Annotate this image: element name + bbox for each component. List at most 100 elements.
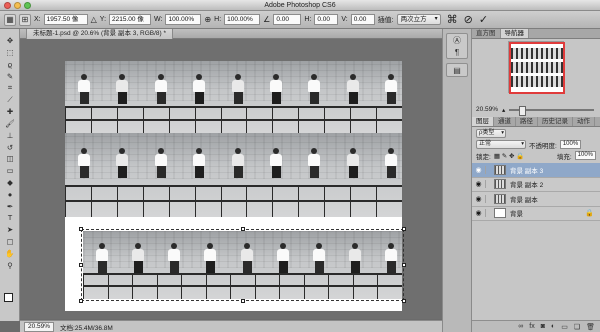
- dodge-tool-icon[interactable]: ●: [0, 188, 20, 200]
- foreground-color-swatch[interactable]: [4, 293, 13, 302]
- layer-row[interactable]: ◉ 背景 🔒: [472, 206, 600, 221]
- lasso-tool-icon[interactable]: ϱ: [0, 59, 20, 71]
- angle-field[interactable]: 0.00: [273, 14, 302, 25]
- transform-handle[interactable]: [79, 263, 83, 267]
- canvas-area[interactable]: [20, 39, 442, 319]
- opacity-label: 不透明度:: [529, 142, 557, 150]
- tab-navigator[interactable]: 导航器: [500, 29, 529, 38]
- properties-icon[interactable]: ▤: [447, 64, 467, 76]
- gradient-tool-icon[interactable]: ▭: [0, 165, 20, 177]
- visibility-eye-icon[interactable]: ◉: [472, 180, 486, 189]
- new-group-icon[interactable]: ▭: [561, 323, 568, 331]
- interpolation-select[interactable]: 两次立方: [396, 14, 441, 25]
- photo-figure: [307, 74, 321, 104]
- hand-tool-icon[interactable]: ✋: [0, 247, 20, 259]
- transform-tool-icon[interactable]: ▦: [4, 13, 16, 26]
- tab-layers[interactable]: 图层: [472, 117, 494, 126]
- transform-handle[interactable]: [79, 299, 83, 303]
- reference-point-icon[interactable]: ⊞: [19, 13, 31, 26]
- doc-info[interactable]: 文档:25.4M/36.8M: [60, 322, 113, 332]
- x-field[interactable]: 1957.50 像: [43, 14, 88, 25]
- visibility-eye-icon[interactable]: ◉: [472, 194, 486, 203]
- info-icon[interactable]: ¶: [447, 46, 467, 58]
- document-canvas[interactable]: [65, 61, 406, 311]
- photo-figure: [269, 74, 283, 104]
- link-layers-icon[interactable]: ∞: [518, 323, 523, 330]
- layer-thumbnail: [494, 208, 506, 219]
- type-tool-icon[interactable]: T: [0, 212, 20, 224]
- eraser-tool-icon[interactable]: ◫: [0, 153, 20, 165]
- photo-figure: [307, 148, 321, 178]
- adjust-icon[interactable]: Ⓐ: [447, 34, 467, 46]
- move-tool-icon[interactable]: ✥: [0, 35, 20, 47]
- y-field[interactable]: 2215.00 像: [109, 14, 152, 25]
- crop-tool-icon[interactable]: ⌗: [0, 82, 20, 94]
- stamp-tool-icon[interactable]: ⊥: [0, 129, 20, 141]
- zoom-out-icon[interactable]: ▴: [502, 106, 505, 114]
- history-brush-tool-icon[interactable]: ↺: [0, 141, 20, 153]
- transform-bounding-box[interactable]: [81, 229, 404, 301]
- layer-row[interactable]: ◉ 背景 副本: [472, 192, 600, 207]
- opacity-field[interactable]: 100%: [559, 140, 582, 149]
- layer-row[interactable]: ◉ 背景 副本 2: [472, 177, 600, 192]
- brush-tool-icon[interactable]: 🖌: [0, 118, 20, 130]
- relative-position-icon[interactable]: △: [91, 15, 97, 24]
- document-tab[interactable]: 未标题-1.psd @ 20.6% (背景 副本 3, RGB/8) *: [26, 29, 174, 39]
- transform-handle[interactable]: [79, 227, 83, 231]
- height-field[interactable]: 100.00%: [224, 14, 261, 25]
- minimize-window-button[interactable]: [14, 2, 21, 9]
- transform-handle[interactable]: [402, 299, 406, 303]
- visibility-eye-icon[interactable]: ◉: [472, 209, 486, 218]
- h-label: H:: [214, 16, 222, 23]
- right-panels: 直方图 导航器 20.59% ▴ 图层 通道 路径 历史记录 动作 ρ类型 正常…: [472, 29, 600, 332]
- navigator-zoom-value[interactable]: 20.59%: [476, 106, 498, 113]
- navigator-zoom-slider[interactable]: [509, 105, 594, 116]
- link-icon[interactable]: ⊕: [204, 15, 211, 24]
- visibility-eye-icon[interactable]: ◉: [472, 165, 486, 174]
- hskew-field[interactable]: 0.00: [314, 14, 339, 25]
- vskew-field[interactable]: 0.00: [350, 14, 375, 25]
- tab-history[interactable]: 历史记录: [538, 117, 573, 126]
- cancel-icon[interactable]: ⊘: [464, 13, 473, 26]
- pen-tool-icon[interactable]: ✒: [0, 200, 20, 212]
- maximize-window-button[interactable]: [24, 2, 31, 9]
- check-icon[interactable]: ✓: [479, 13, 488, 26]
- tab-channels[interactable]: 通道: [494, 117, 516, 126]
- dock-group-1: Ⓐ ¶: [446, 33, 468, 59]
- layer-row[interactable]: ◉ 背景 副本 3: [472, 163, 600, 178]
- navigator-view-box[interactable]: [509, 42, 565, 94]
- layer-kind-select[interactable]: ρ类型: [476, 129, 506, 138]
- width-field[interactable]: 100.00%: [165, 14, 202, 25]
- layer-style-icon[interactable]: fx: [529, 323, 534, 330]
- close-window-button[interactable]: [4, 2, 11, 9]
- shape-tool-icon[interactable]: ▢: [0, 236, 20, 248]
- adjustment-layer-icon[interactable]: ◐: [551, 323, 555, 330]
- tab-histogram[interactable]: 直方图: [472, 29, 501, 38]
- transform-handle[interactable]: [241, 299, 245, 303]
- transform-handle[interactable]: [241, 227, 245, 231]
- eyedropper-tool-icon[interactable]: ⟋: [0, 94, 20, 106]
- title-bar: Adobe Photoshop CS6: [0, 0, 600, 11]
- tab-paths[interactable]: 路径: [516, 117, 538, 126]
- panel-dock: Ⓐ ¶ ▤: [442, 29, 472, 332]
- lock-icons[interactable]: ▦ ✎ ✥ 🔒: [494, 152, 525, 160]
- status-zoom-field[interactable]: 20.59%: [24, 321, 55, 332]
- tab-actions[interactable]: 动作: [573, 117, 595, 126]
- delete-layer-icon[interactable]: 🗑: [586, 323, 595, 331]
- fill-field[interactable]: 100%: [574, 151, 596, 160]
- path-select-tool-icon[interactable]: ➤: [0, 224, 20, 236]
- blend-mode-select[interactable]: 正常: [476, 140, 526, 149]
- navigator-preview[interactable]: [508, 41, 565, 94]
- blur-tool-icon[interactable]: ◆: [0, 177, 20, 189]
- marquee-tool-icon[interactable]: ⬚: [0, 47, 20, 59]
- zoom-tool-icon[interactable]: ⚲: [0, 259, 20, 271]
- interpolation-label: 插值:: [377, 16, 394, 24]
- transform-handle[interactable]: [402, 227, 406, 231]
- transform-handle[interactable]: [402, 263, 406, 267]
- add-mask-icon[interactable]: ◙: [541, 323, 545, 330]
- warp-icon[interactable]: ⌘: [447, 13, 458, 26]
- new-layer-icon[interactable]: ❏: [574, 323, 580, 331]
- quick-select-tool-icon[interactable]: ✎: [0, 70, 20, 82]
- fill-label: 填充:: [556, 153, 572, 161]
- healing-tool-icon[interactable]: ✚: [0, 106, 20, 118]
